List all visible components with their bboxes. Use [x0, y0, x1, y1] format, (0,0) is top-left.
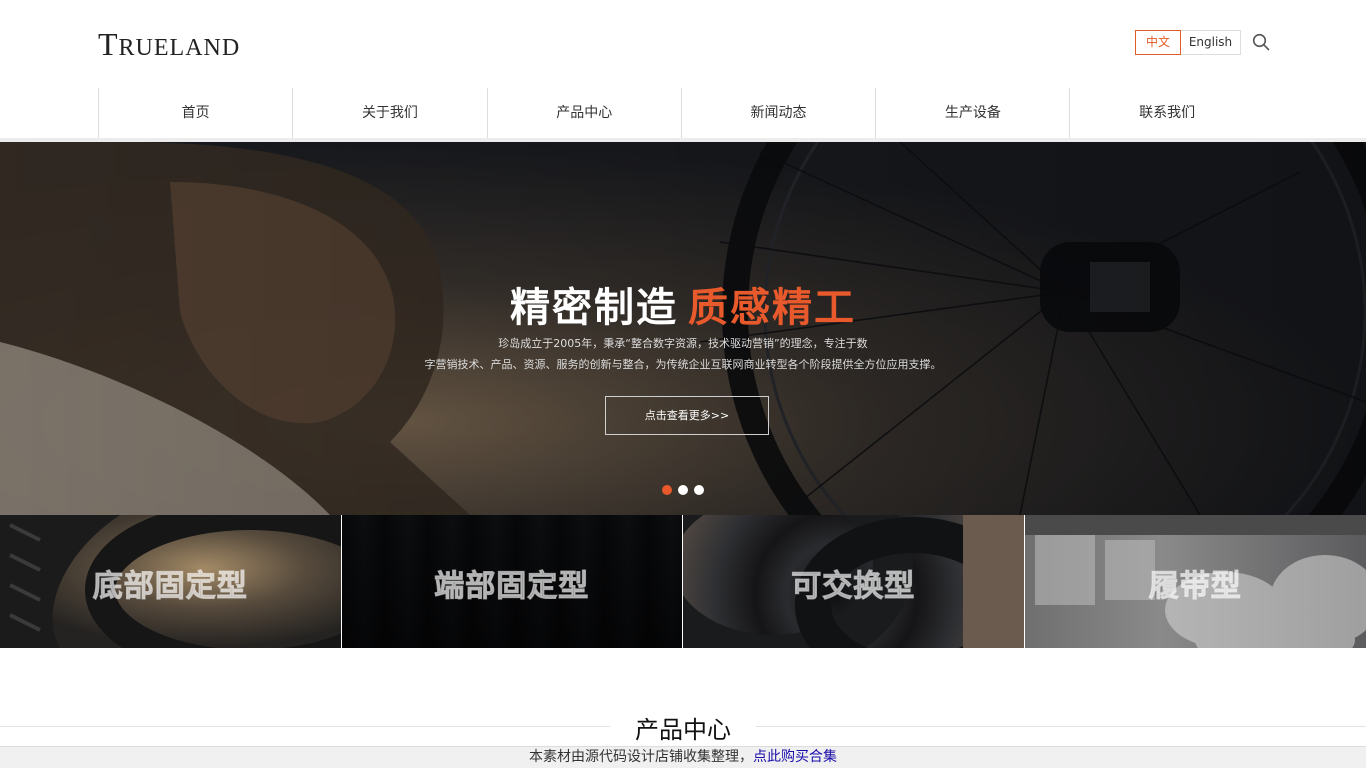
category-tile-crawler[interactable]: 履带型 — [1024, 515, 1366, 648]
notice-purchase-link[interactable]: 点此购买合集 — [753, 749, 837, 765]
language-switcher: 中文 English — [1135, 30, 1241, 55]
nav-item-news[interactable]: 新闻动态 — [680, 88, 875, 138]
search-icon[interactable] — [1252, 33, 1270, 51]
nav-item-home[interactable]: 首页 — [98, 88, 292, 142]
nav-item-contact[interactable]: 联系我们 — [1069, 88, 1263, 138]
site-header: TRUELAND 中文 English — [0, 0, 1366, 88]
hero-description-line-2: 字营销技术、产品、资源、服务的创新与整合，为传统企业互联网商业转型各个阶段提供全… — [424, 358, 942, 371]
carousel-dot-1[interactable] — [662, 485, 672, 495]
category-tile-exchangeable[interactable]: 可交换型 — [683, 515, 1025, 648]
carousel-dots — [662, 485, 704, 495]
nav-item-about[interactable]: 关于我们 — [292, 88, 486, 138]
category-tiles: 底部固定型 端部固定型 可交换型 履带型 — [0, 515, 1366, 648]
category-label: 履带型 — [1148, 569, 1242, 605]
category-label: 底部固定型 — [92, 569, 248, 605]
category-tile-end-fixed[interactable]: 端部固定型 — [341, 515, 683, 648]
nav-item-products[interactable]: 产品中心 — [486, 88, 681, 138]
view-more-button[interactable]: 点击查看更多>> — [605, 396, 769, 435]
hero-banner: 精密制造 质感精工 珍岛成立于2005年，秉承“整合数字资源，技术驱动营销”的理念… — [0, 142, 1366, 515]
hero-description-line-1: 珍岛成立于2005年，秉承“整合数字资源，技术驱动营销”的理念，专注于数 — [498, 337, 868, 350]
carousel-dot-2[interactable] — [678, 485, 688, 495]
trueland-logo[interactable]: TRUELAND — [98, 26, 240, 63]
nav-item-equipment[interactable]: 生产设备 — [875, 88, 1069, 138]
lang-chinese-button[interactable]: 中文 — [1135, 30, 1181, 55]
notice-bar: 本素材由源代码设计店铺收集整理，点此购买合集 — [0, 746, 1366, 768]
carousel-dot-3[interactable] — [694, 485, 704, 495]
category-label: 可交换型 — [791, 569, 916, 605]
lang-english-button[interactable]: English — [1181, 30, 1241, 55]
hero-title-accent: 质感精工 — [688, 285, 856, 331]
section-title-products: 产品中心 — [635, 716, 731, 744]
category-tile-bottom-fixed[interactable]: 底部固定型 — [0, 515, 342, 648]
main-nav: 首页 关于我们 产品中心 新闻动态 生产设备 联系我们 — [98, 88, 1264, 142]
hero-title: 精密制造 质感精工 — [510, 285, 856, 331]
notice-text: 本素材由源代码设计店铺收集整理， — [529, 749, 753, 765]
category-label: 端部固定型 — [434, 569, 590, 605]
